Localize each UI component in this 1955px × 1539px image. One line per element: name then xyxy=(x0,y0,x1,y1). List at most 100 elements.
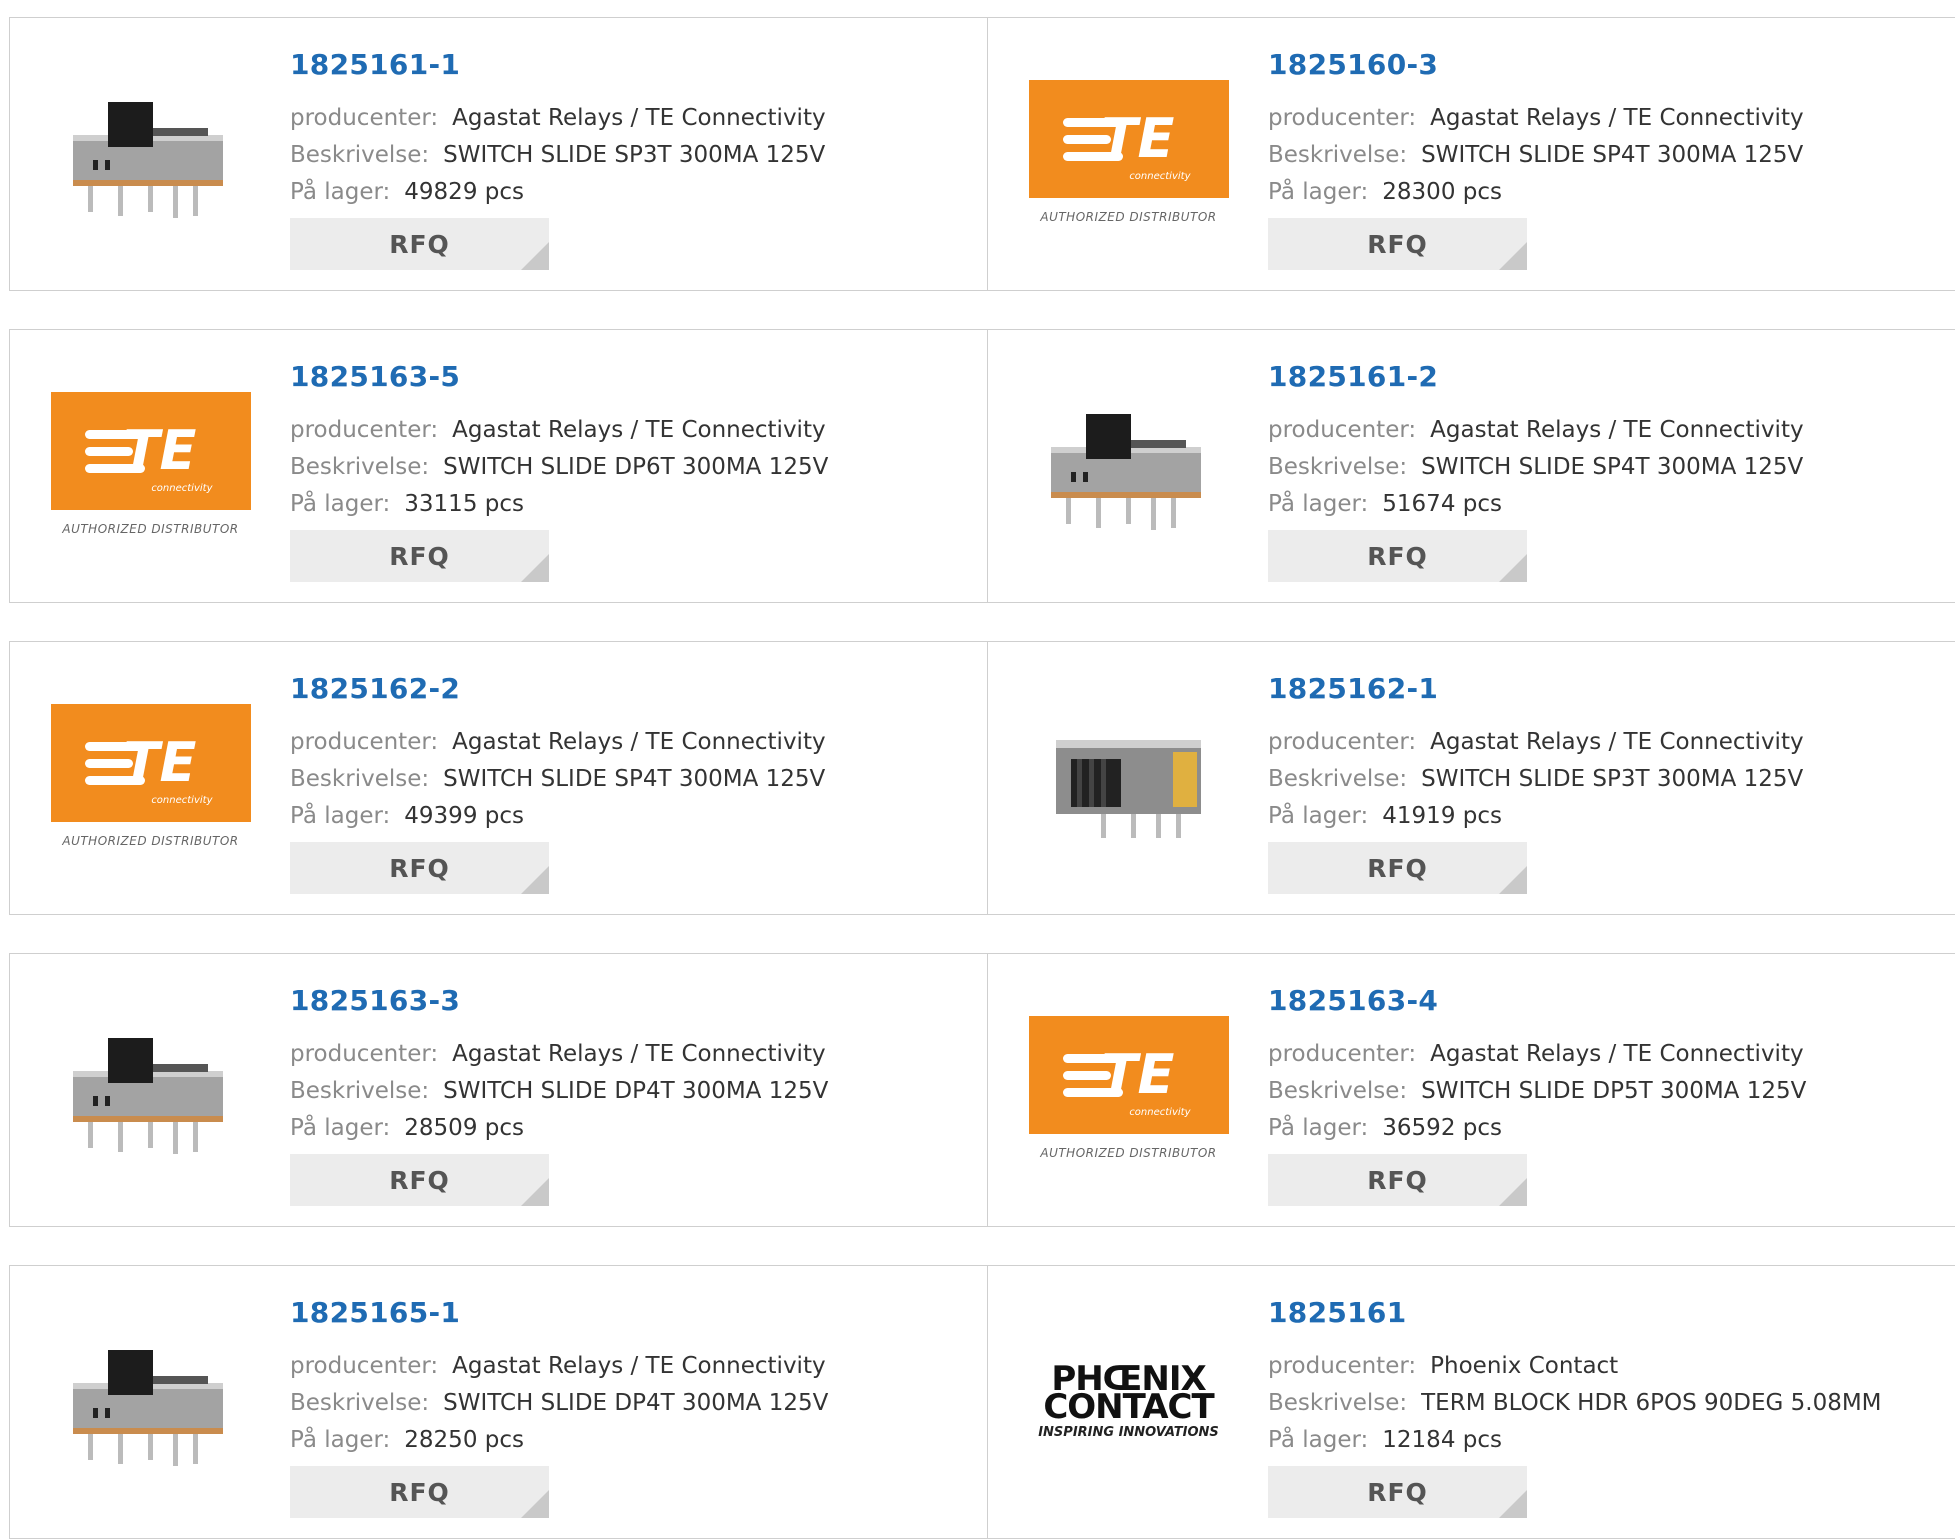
part-number-link[interactable]: 1825161 xyxy=(1268,1296,1882,1330)
description-value: SWITCH SLIDE SP4T 300MA 125V xyxy=(1421,142,1804,168)
product-image[interactable]: TE connectivity AUTHORIZED DISTRIBUTOR xyxy=(48,676,253,881)
slide-switch-image xyxy=(1056,739,1201,838)
product-card: 1825162-1 producenter: Agastat Relays / T… xyxy=(988,642,1955,914)
description-value: SWITCH SLIDE SP3T 300MA 125V xyxy=(1421,766,1804,792)
product-image[interactable]: PHŒNIX CONTACT INSPIRING INNOVATIONS xyxy=(1026,1300,1231,1505)
description-label: Beskrivelse: xyxy=(290,454,430,480)
product-row: 1825161-1 producenter: Agastat Relays / T… xyxy=(9,17,1955,291)
description-label: Beskrivelse: xyxy=(1268,1390,1408,1416)
manufacturer-value: Agastat Relays / TE Connectivity xyxy=(1430,729,1804,755)
stock-label: På lager: xyxy=(1268,179,1369,205)
te-logo-sub: connectivity xyxy=(1129,1106,1191,1118)
te-connectivity-logo: TE connectivity AUTHORIZED DISTRIBUTOR xyxy=(50,391,251,542)
stock-value: 28509 pcs xyxy=(404,1115,524,1141)
product-row: TE connectivity AUTHORIZED DISTRIBUTOR 182… xyxy=(9,641,1955,915)
authorized-distributor-caption: AUTHORIZED DISTRIBUTOR xyxy=(1040,209,1217,224)
product-image[interactable] xyxy=(1026,676,1231,881)
authorized-distributor-caption: AUTHORIZED DISTRIBUTOR xyxy=(62,833,239,848)
rfq-button[interactable]: RFQ xyxy=(290,218,549,270)
part-number-link[interactable]: 1825165-1 xyxy=(290,1296,828,1330)
rfq-button[interactable]: RFQ xyxy=(1268,218,1527,270)
rfq-button[interactable]: RFQ xyxy=(1268,842,1527,894)
product-card: TE connectivity AUTHORIZED DISTRIBUTOR 182… xyxy=(10,642,988,914)
part-number-link[interactable]: 1825163-5 xyxy=(290,360,828,394)
stock-value: 36592 pcs xyxy=(1382,1115,1502,1141)
product-image[interactable]: TE connectivity AUTHORIZED DISTRIBUTOR xyxy=(1026,988,1231,1193)
rfq-button[interactable]: RFQ xyxy=(1268,530,1527,582)
description-value: SWITCH SLIDE DP4T 300MA 125V xyxy=(443,1078,829,1104)
description-label: Beskrivelse: xyxy=(1268,1078,1408,1104)
product-row: 1825163-3 producenter: Agastat Relays / T… xyxy=(9,953,1955,1227)
rfq-button[interactable]: RFQ xyxy=(1268,1466,1527,1518)
phoenix-logo-word: PHŒNIX CONTACT xyxy=(1043,1359,1214,1427)
product-image[interactable] xyxy=(48,988,253,1193)
product-card: TE connectivity AUTHORIZED DISTRIBUTOR 182… xyxy=(988,954,1955,1226)
part-number-link[interactable]: 1825161-2 xyxy=(1268,360,1804,394)
phoenix-contact-logo: PHŒNIX CONTACT INSPIRING INNOVATIONS xyxy=(1026,1359,1231,1440)
stock-value: 33115 pcs xyxy=(404,491,524,517)
description-value: SWITCH SLIDE DP5T 300MA 125V xyxy=(1421,1078,1807,1104)
manufacturer-label: producenter: xyxy=(290,105,439,131)
product-card: 1825161-2 producenter: Agastat Relays / T… xyxy=(988,330,1955,602)
description-label: Beskrivelse: xyxy=(1268,142,1408,168)
manufacturer-label: producenter: xyxy=(1268,105,1417,131)
part-number-link[interactable]: 1825160-3 xyxy=(1268,48,1804,82)
part-number-link[interactable]: 1825163-3 xyxy=(290,984,828,1018)
part-number-link[interactable]: 1825163-4 xyxy=(1268,984,1806,1018)
product-image[interactable] xyxy=(48,52,253,257)
te-logo-sub: connectivity xyxy=(1129,170,1191,182)
manufacturer-label: producenter: xyxy=(1268,1353,1417,1379)
description-label: Beskrivelse: xyxy=(1268,454,1408,480)
stock-value: 12184 pcs xyxy=(1382,1427,1502,1453)
manufacturer-label: producenter: xyxy=(1268,417,1417,443)
part-number-link[interactable]: 1825162-1 xyxy=(1268,672,1804,706)
description-label: Beskrivelse: xyxy=(290,766,430,792)
product-card: TE connectivity AUTHORIZED DISTRIBUTOR 182… xyxy=(10,330,988,602)
stock-value: 51674 pcs xyxy=(1382,491,1502,517)
product-card: 1825165-1 producenter: Agastat Relays / T… xyxy=(10,1266,988,1538)
manufacturer-label: producenter: xyxy=(290,1353,439,1379)
rfq-button[interactable]: RFQ xyxy=(290,1154,549,1206)
description-label: Beskrivelse: xyxy=(1268,766,1408,792)
manufacturer-label: producenter: xyxy=(290,1041,439,1067)
product-image[interactable]: TE connectivity AUTHORIZED DISTRIBUTOR xyxy=(1026,52,1231,257)
slide-switch-image xyxy=(1051,413,1201,530)
manufacturer-label: producenter: xyxy=(1268,729,1417,755)
stock-value: 49829 pcs xyxy=(404,179,524,205)
rfq-button[interactable]: RFQ xyxy=(1268,1154,1527,1206)
te-logo-sub: connectivity xyxy=(151,794,213,806)
part-number-link[interactable]: 1825162-2 xyxy=(290,672,826,706)
rfq-button[interactable]: RFQ xyxy=(290,842,549,894)
stock-label: På lager: xyxy=(1268,491,1369,517)
authorized-distributor-caption: AUTHORIZED DISTRIBUTOR xyxy=(1040,1145,1217,1160)
description-value: SWITCH SLIDE SP3T 300MA 125V xyxy=(443,142,826,168)
te-connectivity-logo: TE connectivity AUTHORIZED DISTRIBUTOR xyxy=(1028,79,1229,230)
product-card: 1825163-3 producenter: Agastat Relays / T… xyxy=(10,954,988,1226)
product-row: TE connectivity AUTHORIZED DISTRIBUTOR 182… xyxy=(9,329,1955,603)
slide-switch-image xyxy=(73,1349,223,1466)
manufacturer-value: Agastat Relays / TE Connectivity xyxy=(452,729,826,755)
description-value: SWITCH SLIDE DP6T 300MA 125V xyxy=(443,454,829,480)
stock-value: 49399 pcs xyxy=(404,803,524,829)
part-number-link[interactable]: 1825161-1 xyxy=(290,48,826,82)
slide-switch-image xyxy=(73,101,223,218)
product-image[interactable] xyxy=(1026,364,1231,569)
description-label: Beskrivelse: xyxy=(290,1078,430,1104)
stock-label: På lager: xyxy=(290,179,391,205)
rfq-button[interactable]: RFQ xyxy=(290,1466,549,1518)
description-value: SWITCH SLIDE SP4T 300MA 125V xyxy=(1421,454,1804,480)
phoenix-logo-tagline: INSPIRING INNOVATIONS xyxy=(1038,1425,1219,1440)
description-label: Beskrivelse: xyxy=(290,142,430,168)
te-connectivity-logo: TE connectivity AUTHORIZED DISTRIBUTOR xyxy=(50,703,251,854)
product-image[interactable] xyxy=(48,1300,253,1505)
manufacturer-value: Agastat Relays / TE Connectivity xyxy=(1430,105,1804,131)
rfq-button[interactable]: RFQ xyxy=(290,530,549,582)
product-card: TE connectivity AUTHORIZED DISTRIBUTOR 182… xyxy=(988,18,1955,290)
product-image[interactable]: TE connectivity AUTHORIZED DISTRIBUTOR xyxy=(48,364,253,569)
manufacturer-label: producenter: xyxy=(290,729,439,755)
description-label: Beskrivelse: xyxy=(290,1390,430,1416)
stock-label: På lager: xyxy=(1268,1115,1369,1141)
stock-value: 28250 pcs xyxy=(404,1427,524,1453)
description-value: TERM BLOCK HDR 6POS 90DEG 5.08MM xyxy=(1421,1390,1882,1416)
manufacturer-value: Agastat Relays / TE Connectivity xyxy=(452,105,826,131)
